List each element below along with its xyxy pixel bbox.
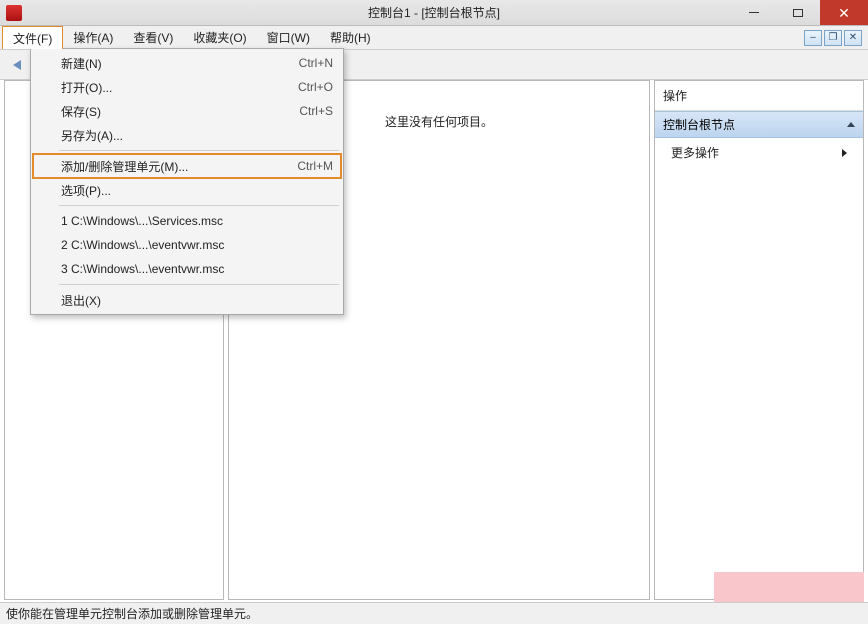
menu-separator <box>59 150 339 151</box>
menu-label: 查看(V) <box>133 29 173 46</box>
menu-label: 帮助(H) <box>330 29 371 46</box>
mdi-minimize-button[interactable]: ‒ <box>804 30 822 46</box>
menu-item-saveas[interactable]: 另存为(A)... <box>33 123 341 147</box>
menu-item-label: 2 C:\Windows\...\eventvwr.msc <box>61 238 224 252</box>
menu-bar: 文件(F) 操作(A) 查看(V) 收藏夹(O) 窗口(W) 帮助(H) ‒ ❐… <box>0 26 868 50</box>
maximize-icon <box>793 9 803 17</box>
menu-item-label: 选项(P)... <box>61 182 111 199</box>
mdi-restore-button[interactable]: ❐ <box>824 30 842 46</box>
menu-item-label: 打开(O)... <box>61 79 112 96</box>
menu-item-label: 3 C:\Windows\...\eventvwr.msc <box>61 262 224 276</box>
menu-item-shortcut: Ctrl+S <box>299 104 333 118</box>
maximize-button[interactable] <box>776 0 820 25</box>
menu-item-shortcut: Ctrl+N <box>299 56 333 70</box>
menu-item-exit[interactable]: 退出(X) <box>33 288 341 312</box>
menu-item-save[interactable]: 保存(S) Ctrl+S <box>33 99 341 123</box>
mdi-controls: ‒ ❐ ✕ <box>804 26 866 49</box>
back-button[interactable] <box>6 54 28 76</box>
menu-item-recent[interactable]: 2 C:\Windows\...\eventvwr.msc <box>33 233 341 257</box>
menu-separator <box>59 284 339 285</box>
arrow-left-icon <box>13 60 21 70</box>
menu-item-open[interactable]: 打开(O)... Ctrl+O <box>33 75 341 99</box>
status-text: 使你能在管理单元控制台添加或删除管理单元。 <box>6 605 258 622</box>
status-bar: 使你能在管理单元控制台添加或删除管理单元。 <box>0 602 868 624</box>
menu-label: 窗口(W) <box>267 29 310 46</box>
menu-item-label: 保存(S) <box>61 103 101 120</box>
menu-item-new[interactable]: 新建(N) Ctrl+N <box>33 51 341 75</box>
title-bar: 控制台1 - [控制台根节点] ✕ <box>0 0 868 26</box>
menu-item-shortcut: Ctrl+M <box>297 159 333 173</box>
menu-file[interactable]: 文件(F) <box>2 26 63 49</box>
actions-section-label: 控制台根节点 <box>663 116 735 133</box>
action-label: 更多操作 <box>671 144 719 161</box>
menu-item-label: 退出(X) <box>61 292 101 309</box>
close-button[interactable]: ✕ <box>820 0 868 25</box>
minimize-button[interactable] <box>732 0 776 25</box>
menu-item-shortcut: Ctrl+O <box>298 80 333 94</box>
menu-action[interactable]: 操作(A) <box>63 26 123 49</box>
menu-item-snapin[interactable]: 添加/删除管理单元(M)... Ctrl+M <box>33 154 341 178</box>
close-icon: ✕ <box>838 6 850 20</box>
menu-view[interactable]: 查看(V) <box>123 26 183 49</box>
actions-header: 操作 <box>655 81 863 111</box>
chevron-up-icon <box>847 122 855 127</box>
menu-window[interactable]: 窗口(W) <box>257 26 320 49</box>
actions-pane: 操作 控制台根节点 更多操作 <box>654 80 864 600</box>
menu-item-label: 1 C:\Windows\...\Services.msc <box>61 214 223 228</box>
window-controls: ✕ <box>732 0 868 25</box>
menu-item-label: 添加/删除管理单元(M)... <box>61 158 188 175</box>
menu-separator <box>59 205 339 206</box>
menu-label: 操作(A) <box>73 29 113 46</box>
menu-label: 文件(F) <box>13 30 52 47</box>
file-menu-dropdown: 新建(N) Ctrl+N 打开(O)... Ctrl+O 保存(S) Ctrl+… <box>30 48 344 315</box>
menu-item-label: 新建(N) <box>61 55 102 72</box>
menu-help[interactable]: 帮助(H) <box>320 26 381 49</box>
menu-item-recent[interactable]: 3 C:\Windows\...\eventvwr.msc <box>33 257 341 281</box>
menu-label: 收藏夹(O) <box>193 29 246 46</box>
menu-item-label: 另存为(A)... <box>61 127 123 144</box>
mdi-close-button[interactable]: ✕ <box>844 30 862 46</box>
chevron-right-icon <box>842 149 847 157</box>
menu-favorites[interactable]: 收藏夹(O) <box>183 26 256 49</box>
action-more[interactable]: 更多操作 <box>655 138 863 167</box>
minimize-icon <box>749 12 759 13</box>
actions-section[interactable]: 控制台根节点 <box>655 111 863 138</box>
app-icon <box>6 5 22 21</box>
menu-item-recent[interactable]: 1 C:\Windows\...\Services.msc <box>33 209 341 233</box>
menu-item-options[interactable]: 选项(P)... <box>33 178 341 202</box>
